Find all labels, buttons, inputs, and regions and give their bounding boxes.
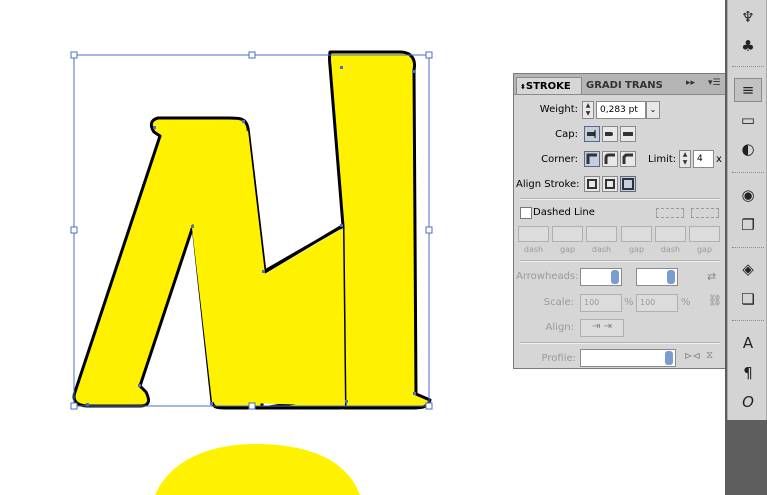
limit-stepper[interactable]: ▲ ▼ xyxy=(679,150,691,168)
dash-caption: dash xyxy=(660,245,681,254)
gradient-icon[interactable]: ▭ xyxy=(734,108,762,132)
artboards-icon[interactable]: ❏ xyxy=(734,287,762,311)
limit-input[interactable]: 4 xyxy=(693,150,714,168)
gap-caption: gap xyxy=(559,245,576,254)
scale-unit: % xyxy=(624,297,634,308)
dashed-line-label: Dashed Line xyxy=(533,207,595,218)
dock-separator xyxy=(732,66,764,67)
dock-separator xyxy=(732,247,764,248)
round-cap-button[interactable] xyxy=(602,126,618,142)
flip-along-icon[interactable]: ⊳⊲ xyxy=(684,351,701,362)
bottom-yellow-shape[interactable] xyxy=(155,444,360,495)
tab-stroke[interactable]: ⬍STROKE xyxy=(516,77,582,94)
paragraph-icon[interactable]: ¶ xyxy=(734,361,762,385)
align-outside-button[interactable] xyxy=(620,176,636,192)
gap-caption: gap xyxy=(628,245,645,254)
end-arrowhead-select[interactable] xyxy=(636,268,678,286)
end-scale-input[interactable]: 100 xyxy=(636,294,678,312)
collapse-icon[interactable]: ▸▸ xyxy=(686,78,695,88)
weight-label: Weight: xyxy=(539,104,578,115)
tab-transparency[interactable]: TRANS xyxy=(622,77,666,94)
dash-caption: dash xyxy=(591,245,612,254)
stroke-panel: ⬍STROKE GRADI TRANS ▸▸ ▾☰ Weight: ▲ ▼ 0,2… xyxy=(513,73,727,369)
dash-field-1[interactable] xyxy=(518,226,549,242)
scale-unit: % xyxy=(681,297,691,308)
dash-align-corners-icon[interactable] xyxy=(691,208,719,218)
weight-stepper[interactable]: ▲ ▼ xyxy=(582,101,594,119)
graphic-styles-icon[interactable]: ❐ xyxy=(734,213,762,237)
start-arrowhead-select[interactable] xyxy=(580,268,622,286)
divider xyxy=(520,198,720,200)
panel-menu-icon[interactable]: ▾☰ xyxy=(708,78,721,88)
corner-label: Corner: xyxy=(541,154,578,165)
flip-across-icon[interactable]: ⧖ xyxy=(706,350,713,361)
link-scale-icon[interactable]: ⛓ xyxy=(708,294,722,307)
divider xyxy=(520,260,720,262)
divider xyxy=(520,342,720,344)
letter-m-right-stem[interactable] xyxy=(328,50,432,410)
limit-label: Limit: xyxy=(648,154,677,165)
dock-strip: ♆ ♣ ≡ ▭ ◐ ◉ ❐ ◈ ❏ A ¶ O xyxy=(727,0,767,420)
dock-separator xyxy=(732,172,764,173)
align-inside-button[interactable] xyxy=(602,176,618,192)
dash-caption: dash xyxy=(523,245,544,254)
layers-icon[interactable]: ◈ xyxy=(734,257,762,281)
arrowheads-label: Arrowheads: xyxy=(516,271,579,282)
gap-field-2[interactable] xyxy=(621,226,652,242)
profile-label: Profile: xyxy=(541,353,576,364)
limit-unit: x xyxy=(716,154,722,165)
miter-join-button[interactable] xyxy=(584,151,600,167)
scale-label: Scale: xyxy=(543,297,574,308)
appearance-icon[interactable]: ◉ xyxy=(734,183,762,207)
butt-cap-button[interactable] xyxy=(584,126,600,142)
dashed-line-checkbox[interactable] xyxy=(520,207,532,219)
swap-arrowheads-icon[interactable]: ⇄ xyxy=(707,270,716,283)
opentype-icon[interactable]: O xyxy=(734,390,762,414)
align-stroke-label: Align Stroke: xyxy=(516,179,580,190)
cap-label: Cap: xyxy=(555,129,578,140)
dash-preserve-icon[interactable] xyxy=(656,208,684,218)
bevel-join-button[interactable] xyxy=(620,151,636,167)
tab-gradient[interactable]: GRADI xyxy=(583,77,621,94)
dash-field-3[interactable] xyxy=(655,226,686,242)
dash-field-2[interactable] xyxy=(586,226,617,242)
weight-input[interactable]: 0,283 pt xyxy=(596,101,646,119)
projecting-cap-button[interactable] xyxy=(620,126,636,142)
align-center-button[interactable] xyxy=(584,176,600,192)
arrow-align-buttons-icon[interactable]: ⇥ ⇥ xyxy=(580,319,624,337)
start-scale-input[interactable]: 100 xyxy=(580,294,622,312)
gap-caption: gap xyxy=(696,245,713,254)
panel-dock: ♆ ♣ ≡ ▭ ◐ ◉ ❐ ◈ ❏ A ¶ O xyxy=(725,0,767,495)
transparency-icon[interactable]: ◐ xyxy=(734,137,762,161)
club-icon[interactable]: ♣ xyxy=(734,34,762,58)
weight-dropdown[interactable]: ⌄ xyxy=(646,101,660,119)
profile-select[interactable] xyxy=(580,349,676,367)
dock-separator xyxy=(732,320,764,321)
gap-field-3[interactable] xyxy=(689,226,720,242)
panel-tab-bar: ⬍STROKE GRADI TRANS ▸▸ ▾☰ xyxy=(514,74,726,95)
align-label: Align: xyxy=(545,322,574,333)
gap-field-1[interactable] xyxy=(552,226,583,242)
round-join-button[interactable] xyxy=(602,151,618,167)
stroke-panel-icon[interactable]: ≡ xyxy=(734,78,762,102)
character-icon[interactable]: A xyxy=(734,331,762,355)
symbol-sprayer-icon[interactable]: ♆ xyxy=(734,5,762,29)
